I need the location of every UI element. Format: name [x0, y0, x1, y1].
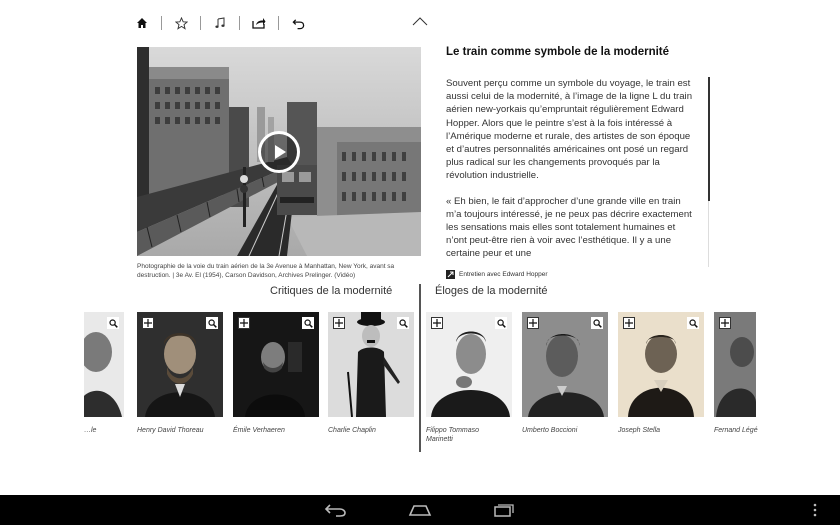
portrait-card-verhaeren[interactable]: [233, 312, 319, 417]
plus-icon: [721, 319, 729, 327]
magnifier-icon: [108, 318, 118, 328]
undo-icon[interactable]: [289, 14, 307, 32]
plus-icon: [625, 319, 633, 327]
article-scrollbar-thumb[interactable]: [708, 77, 710, 201]
portrait-name: Henry David Thoreau: [137, 427, 204, 434]
section-divider: [419, 284, 421, 452]
plus-icon: [433, 319, 441, 327]
toolbar-separator: [239, 16, 240, 30]
magnifier-icon: [496, 318, 506, 328]
toolbar: [133, 12, 307, 34]
zoom-button[interactable]: [591, 317, 603, 329]
add-button[interactable]: [333, 317, 345, 329]
magnifier-icon: [688, 318, 698, 328]
add-button[interactable]: [431, 317, 443, 329]
system-nav-bar: [0, 495, 840, 525]
play-icon: [275, 145, 286, 159]
add-button[interactable]: [623, 317, 635, 329]
home-icon[interactable]: [133, 14, 151, 32]
plus-icon: [240, 319, 248, 327]
portrait-name: Émile Verhaeren: [233, 427, 285, 434]
chevron-up-icon[interactable]: [410, 12, 430, 30]
zoom-button[interactable]: [206, 317, 218, 329]
portrait-name: Fernand Légé: [714, 427, 758, 434]
zoom-button[interactable]: [495, 317, 507, 329]
overflow-menu-icon[interactable]: [808, 501, 822, 519]
plus-icon: [144, 319, 152, 327]
music-note-icon[interactable]: [211, 14, 229, 32]
portrait-card-leger[interactable]: [714, 312, 756, 417]
share-icon[interactable]: [250, 14, 268, 32]
article-title: Le train comme symbole de la modernité: [446, 46, 670, 58]
add-button[interactable]: [142, 317, 154, 329]
add-button[interactable]: [527, 317, 539, 329]
zoom-button[interactable]: [397, 317, 409, 329]
portrait-card-boccioni[interactable]: [522, 312, 608, 417]
portrait-card-thoreau[interactable]: [137, 312, 223, 417]
interview-link[interactable]: Entretien avec Edward Hopper: [446, 270, 548, 279]
toolbar-separator: [161, 16, 162, 30]
portrait-name: Filippo Tommaso Marinetti: [426, 427, 480, 443]
article-quote: « Eh bien, le fait d’approcher d’une gra…: [446, 195, 692, 260]
portrait-card-stella[interactable]: [618, 312, 704, 417]
toolbar-separator: [200, 16, 201, 30]
section-critiques-heading: Critiques de la modernité: [270, 285, 393, 297]
article-paragraph: Souvent perçu comme un symbole du voyage…: [446, 78, 693, 182]
zoom-button[interactable]: [687, 317, 699, 329]
portrait-card-marinetti[interactable]: [426, 312, 512, 417]
toolbar-separator: [278, 16, 279, 30]
magnifier-icon: [303, 318, 313, 328]
zoom-button[interactable]: [302, 317, 314, 329]
section-eloges-heading: Éloges de la modernité: [435, 285, 548, 297]
magnifier-icon: [592, 318, 602, 328]
zoom-button[interactable]: [107, 317, 119, 329]
portrait-name: Umberto Boccioni: [522, 427, 578, 434]
portrait-card-chaplin[interactable]: [328, 312, 414, 417]
external-link-icon: [446, 270, 455, 279]
back-icon[interactable]: [323, 501, 349, 519]
play-button[interactable]: [258, 131, 300, 173]
plus-icon: [335, 319, 343, 327]
interview-link-label: Entretien avec Edward Hopper: [459, 271, 548, 278]
recent-apps-icon[interactable]: [491, 501, 517, 519]
magnifier-icon: [207, 318, 217, 328]
star-icon[interactable]: [172, 14, 190, 32]
portrait-card[interactable]: [84, 312, 124, 417]
video-player[interactable]: [137, 47, 421, 256]
add-button[interactable]: [719, 317, 731, 329]
portrait-name: Joseph Stella: [618, 427, 661, 434]
magnifier-icon: [398, 318, 408, 328]
article-body[interactable]: Souvent perçu comme un symbole du voyage…: [446, 77, 698, 267]
plus-icon: [529, 319, 537, 327]
home-nav-icon[interactable]: [407, 501, 433, 519]
portrait-name: …le: [84, 427, 97, 434]
video-caption: Photographie de la voie du train aérien …: [137, 263, 395, 279]
add-button[interactable]: [238, 317, 250, 329]
portrait-name: Charlie Chaplin: [328, 427, 376, 434]
